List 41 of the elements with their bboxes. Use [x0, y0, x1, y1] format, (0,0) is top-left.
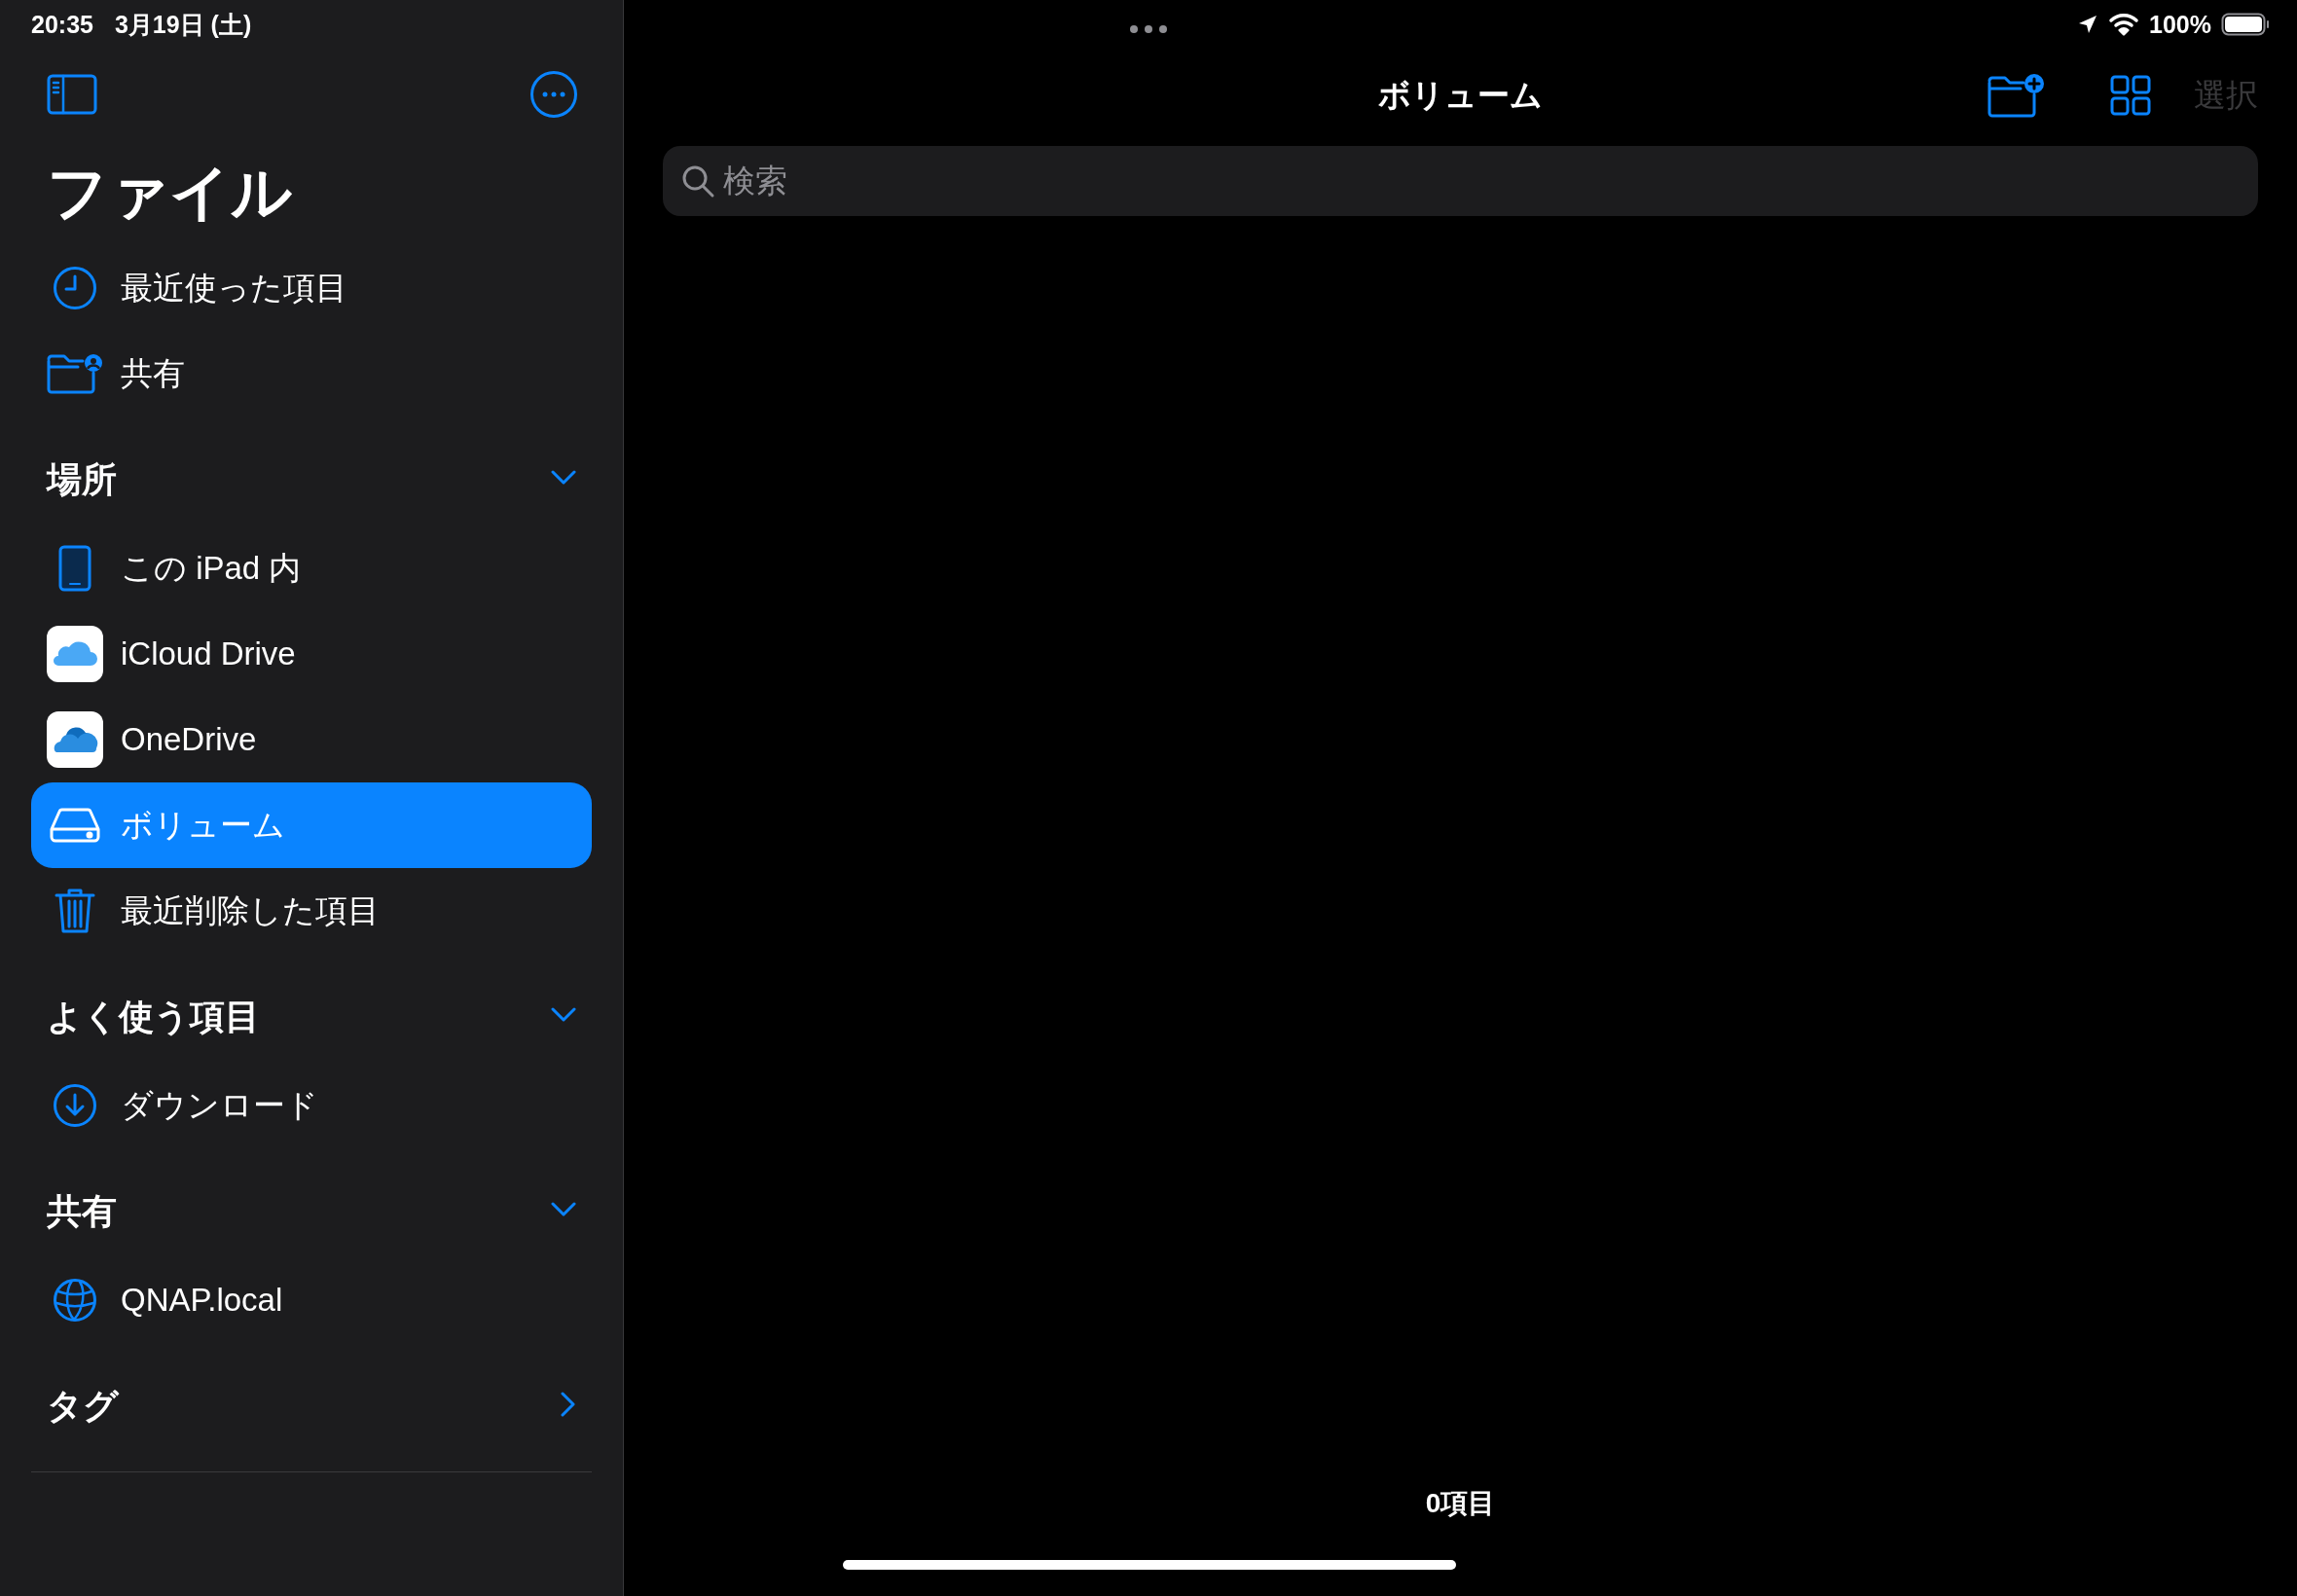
sidebar-item[interactable]: 最近使った項目: [31, 245, 592, 331]
nav-title: ボリューム: [1378, 75, 1543, 115]
section-header: タグ: [47, 1384, 119, 1428]
multitasking-dots-icon[interactable]: [1129, 24, 1168, 34]
shared-folder-icon: [47, 353, 103, 394]
battery-icon: [2221, 13, 2270, 36]
trash-icon: [55, 888, 95, 934]
cloud-app-icon: [47, 626, 103, 682]
search-field[interactable]: 検索: [663, 146, 2258, 216]
sidebar-item[interactable]: iCloud Drive: [31, 611, 592, 697]
sidebar-item[interactable]: ボリューム: [31, 782, 592, 868]
globe-icon: [53, 1278, 97, 1323]
chevron-down-icon[interactable]: [551, 470, 576, 486]
sidebar-item[interactable]: 共有: [31, 331, 592, 417]
drive-icon: [50, 808, 100, 843]
battery-percentage: 100%: [2149, 10, 2211, 39]
location-icon: [2077, 14, 2099, 35]
sidebar-item[interactable]: ダウンロード: [31, 1063, 592, 1148]
sidebar-title: ファイル: [46, 158, 293, 228]
download-icon: [53, 1083, 97, 1128]
chevron-down-icon[interactable]: [551, 1007, 576, 1023]
item-count: 0項目: [1425, 1488, 1496, 1518]
status-time: 20:35: [31, 10, 93, 39]
section-header: よく使う項目: [47, 995, 260, 1038]
tablet-icon: [58, 545, 91, 592]
more-icon[interactable]: [529, 70, 578, 119]
chevron-down-icon[interactable]: [551, 1202, 576, 1217]
sidebar-toggle-icon[interactable]: [47, 74, 97, 115]
clock-icon: [53, 266, 97, 310]
section-header: 場所: [47, 457, 117, 501]
cloud-app-icon: [47, 711, 103, 768]
sidebar-item[interactable]: OneDrive: [31, 697, 592, 782]
sidebar-item[interactable]: QNAP.local: [31, 1257, 592, 1343]
sidebar-item[interactable]: この iPad 内: [31, 526, 592, 611]
chevron-right-icon[interactable]: [561, 1392, 576, 1417]
status-date: 3月19日 (土): [114, 9, 252, 40]
grid-view-icon[interactable]: [2110, 75, 2151, 116]
section-header: 共有: [47, 1189, 117, 1233]
sidebar-item[interactable]: 最近削除した項目: [31, 868, 592, 954]
wifi-icon: [2108, 13, 2140, 36]
new-folder-icon[interactable]: [1987, 73, 2046, 118]
